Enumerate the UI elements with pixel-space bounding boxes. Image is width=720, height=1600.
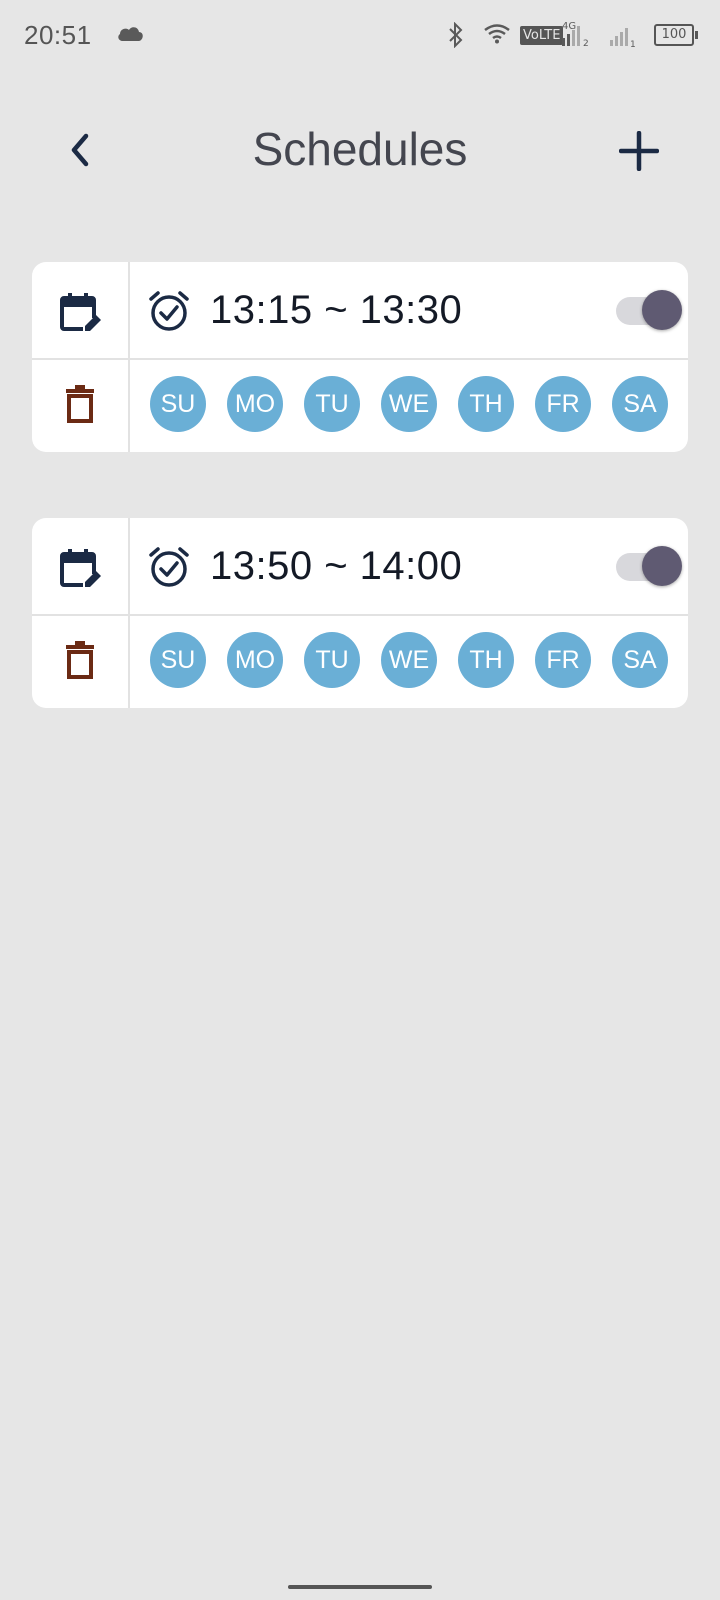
trash-icon [66,641,94,679]
calendar-edit-icon [60,293,101,333]
status-bar: 20:51 VoLTE 4G 2 1 100 [0,0,720,72]
volte-badge: VoLTE [520,26,564,45]
alarm-icon [148,546,190,593]
alarm-icon [148,290,190,337]
bluetooth-icon [448,21,464,53]
cloud-icon [116,24,144,47]
weekday-chip[interactable]: WE [381,376,437,432]
weekday-chip[interactable]: TU [304,632,360,688]
wifi-icon [484,24,510,49]
divider [32,614,688,616]
time-range: 13:50 ~ 14:00 [210,544,463,588]
toggle-thumb [642,546,682,586]
weekday-list: SU MO TU WE TH FR SA [150,632,668,688]
time-range: 13:15 ~ 13:30 [210,288,463,332]
page-title: Schedules [252,123,468,175]
weekday-chip[interactable]: SU [150,632,206,688]
status-time: 20:51 [24,20,92,50]
schedule-card: 13:15 ~ 13:30 SU MO TU WE TH FR SA [32,262,688,452]
weekday-chip[interactable]: WE [381,632,437,688]
schedule-toggle[interactable] [616,290,682,330]
schedule-toggle[interactable] [616,546,682,586]
weekday-chip[interactable]: MO [227,632,283,688]
signal-icon-2: 1 [610,24,636,53]
trash-icon [66,385,94,423]
weekday-chip[interactable]: SU [150,376,206,432]
divider [128,262,130,452]
weekday-chip[interactable]: TU [304,376,360,432]
home-indicator[interactable] [288,1585,432,1589]
weekday-chip[interactable]: FR [535,632,591,688]
divider [128,518,130,708]
delete-schedule-button[interactable] [56,380,104,428]
weekday-list: SU MO TU WE TH FR SA [150,376,668,432]
weekday-chip[interactable]: TH [458,632,514,688]
svg-text:1: 1 [630,40,636,48]
edit-schedule-button[interactable] [56,288,104,336]
battery-icon: 100 [654,24,698,46]
weekday-chip[interactable]: TH [458,376,514,432]
weekday-chip[interactable]: MO [227,376,283,432]
calendar-edit-icon [60,549,101,589]
add-schedule-button[interactable] [614,126,664,176]
plus-icon [619,131,659,171]
weekday-chip[interactable]: SA [612,376,668,432]
signal-icon: 4G 2 [562,20,592,53]
svg-text:2: 2 [583,39,589,48]
weekday-chip[interactable]: FR [535,376,591,432]
delete-schedule-button[interactable] [56,636,104,684]
weekday-chip[interactable]: SA [612,632,668,688]
toggle-thumb [642,290,682,330]
divider [32,358,688,360]
schedule-card: 13:50 ~ 14:00 SU MO TU WE TH FR SA [32,518,688,708]
edit-schedule-button[interactable] [56,544,104,592]
